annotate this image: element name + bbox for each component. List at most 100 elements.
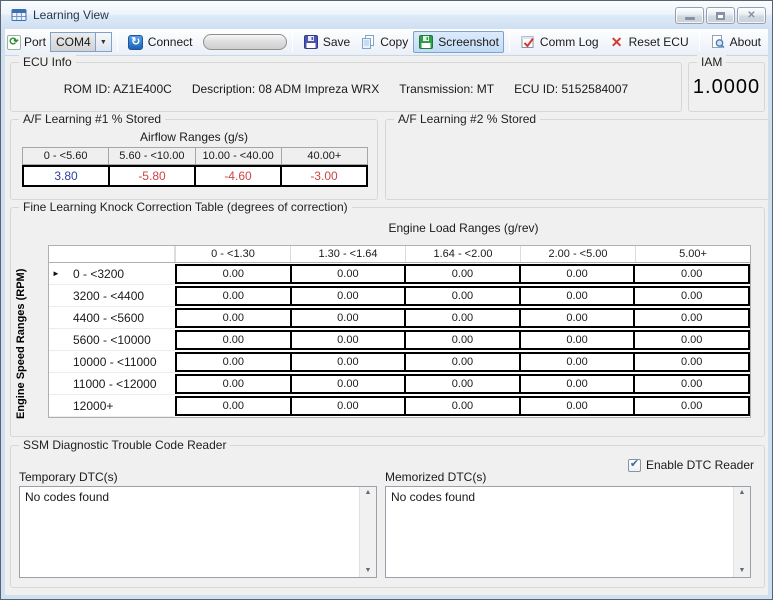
knock-cell: 0.00 <box>289 376 405 392</box>
knock-column-header: 2.00 - <5.00 <box>520 246 635 262</box>
knock-cell: 0.00 <box>404 398 519 414</box>
knock-cell: 0.00 <box>633 310 748 326</box>
enable-dtc-checkbox[interactable]: ✔ <box>627 458 641 472</box>
temporary-dtc-textarea[interactable]: No codes found ▲ ▼ <box>19 486 377 578</box>
ecu-id-value: ECU ID: 5152584007 <box>514 82 629 96</box>
copy-label: Copy <box>380 35 409 49</box>
about-button[interactable]: About <box>705 31 766 53</box>
engine-load-ranges-label: Engine Load Ranges (g/rev) <box>388 221 539 235</box>
knock-row-header: 12000+ <box>63 395 175 417</box>
knock-row-header: 5600 - <10000 <box>63 329 175 351</box>
memorized-dtc-text: No codes found <box>391 490 476 504</box>
knock-row[interactable]: 12000+ 0.00 0.00 0.00 0.00 0.00 <box>49 395 750 417</box>
knock-cell: 0.00 <box>518 332 634 348</box>
description-value: Description: 08 ADM Impreza WRX <box>191 82 380 96</box>
iam-group: IAM 1.0000 <box>688 55 765 112</box>
toolbar: ⟳ Port COM4 ▼ ↻ Connect Save Copy Screen… <box>5 29 768 56</box>
selected-row-marker: ► <box>49 263 63 285</box>
af1-value: -4.60 <box>194 167 280 185</box>
enable-dtc-label: Enable DTC Reader <box>645 458 754 472</box>
temporary-dtc-label: Temporary DTC(s) <box>19 470 118 484</box>
copy-button[interactable]: Copy <box>355 31 413 53</box>
com-port-value: COM4 <box>51 33 95 51</box>
knock-cell: 0.00 <box>404 288 519 304</box>
row-marker <box>49 395 63 417</box>
knock-cell: 0.00 <box>222 400 244 412</box>
check-icon: ✔ <box>629 458 640 470</box>
af-learning-2-group: A/F Learning #2 % Stored <box>385 112 770 200</box>
knock-cell: 0.00 <box>518 376 634 392</box>
knock-row-header: 3200 - <4400 <box>63 285 175 307</box>
scroll-down-icon[interactable]: ▼ <box>365 567 372 575</box>
knock-row[interactable]: 10000 - <11000 0.00 0.00 0.00 0.00 0.00 <box>49 351 750 373</box>
dtc-reader-group-label: SSM Diagnostic Trouble Code Reader <box>19 438 231 452</box>
knock-row[interactable]: 11000 - <12000 0.00 0.00 0.00 0.00 0.00 <box>49 373 750 395</box>
connect-label: Connect <box>147 35 193 49</box>
knock-header-row: 0 - <1.30 1.30 - <1.64 1.64 - <2.00 2.00… <box>48 245 751 263</box>
toolbar-separator <box>508 32 510 52</box>
row-marker <box>49 307 63 329</box>
temporary-dtc-text: No codes found <box>25 490 110 504</box>
knock-cell: 0.00 <box>222 378 244 390</box>
knock-cell: 0.00 <box>633 354 748 370</box>
af1-column-header: 0 - <5.60 <box>43 150 88 162</box>
row-marker <box>49 351 63 373</box>
connect-button[interactable]: ↻ Connect <box>123 31 198 53</box>
window-title: Learning View <box>33 8 109 22</box>
knock-cell: 0.00 <box>404 332 519 348</box>
port-label: Port <box>24 35 47 49</box>
reset-ecu-button[interactable]: ✕ Reset ECU <box>604 31 694 53</box>
scroll-down-icon[interactable]: ▼ <box>739 567 746 575</box>
knock-column-header: 1.64 - <2.00 <box>405 246 520 262</box>
scroll-up-icon[interactable]: ▲ <box>365 489 372 497</box>
knock-column-header: 1.30 - <1.64 <box>290 246 405 262</box>
comm-log-button[interactable]: Comm Log <box>515 31 604 53</box>
knock-table-body: ► 0 - <3200 0.00 0.00 0.00 0.00 0.00 320… <box>48 263 751 418</box>
enable-dtc-reader[interactable]: ✔ Enable DTC Reader <box>627 458 754 472</box>
save-button[interactable]: Save <box>298 31 355 53</box>
knock-row[interactable]: 4400 - <5600 0.00 0.00 0.00 0.00 0.00 <box>49 307 750 329</box>
af-learning-1-group: A/F Learning #1 % Stored Airflow Ranges … <box>10 112 378 200</box>
about-icon <box>711 35 725 49</box>
com-port-select[interactable]: COM4 ▼ <box>50 32 112 52</box>
minimize-icon <box>684 16 695 20</box>
knock-cell: 0.00 <box>222 290 244 302</box>
knock-row[interactable]: ► 0 - <3200 0.00 0.00 0.00 0.00 0.00 <box>49 263 750 285</box>
af1-column-header: 40.00+ <box>280 148 367 164</box>
screenshot-button[interactable]: Screenshot <box>413 31 504 53</box>
chevron-down-icon[interactable]: ▼ <box>94 33 111 51</box>
knock-cell: 0.00 <box>518 266 634 282</box>
memorized-dtc-label: Memorized DTC(s) <box>385 470 487 484</box>
maximize-button[interactable] <box>706 7 735 24</box>
af1-value: -5.80 <box>108 167 194 185</box>
scrollbar[interactable]: ▲ ▼ <box>733 487 750 577</box>
close-icon: ✕ <box>747 9 756 21</box>
about-label: About <box>729 35 761 49</box>
connect-icon: ↻ <box>128 34 144 50</box>
knock-column-header: 0 - <1.30 <box>175 246 290 262</box>
refresh-ports-icon[interactable]: ⟳ <box>7 34 21 50</box>
af1-column-header: 5.60 - <10.00 <box>108 148 194 164</box>
progress-bar <box>203 34 287 50</box>
copy-icon <box>362 35 375 49</box>
af-learning-2-label: A/F Learning #2 % Stored <box>394 112 541 126</box>
knock-row[interactable]: 3200 - <4400 0.00 0.00 0.00 0.00 0.00 <box>49 285 750 307</box>
row-marker <box>49 329 63 351</box>
af1-header-row: 0 - <5.60 5.60 - <10.00 10.00 - <40.00 4… <box>22 147 368 165</box>
knock-row[interactable]: 5600 - <10000 0.00 0.00 0.00 0.00 0.00 <box>49 329 750 351</box>
title-bar[interactable]: Learning View ✕ <box>1 1 772 29</box>
save-label: Save <box>322 35 351 49</box>
minimize-button[interactable] <box>675 7 704 24</box>
knock-cell: 0.00 <box>222 356 244 368</box>
af1-column-header: 10.00 - <40.00 <box>194 148 281 164</box>
knock-cell: 0.00 <box>404 266 519 282</box>
knock-cell: 0.00 <box>633 288 748 304</box>
scrollbar[interactable]: ▲ ▼ <box>359 487 376 577</box>
knock-cell: 0.00 <box>222 334 244 346</box>
knock-header-spacer <box>49 246 175 262</box>
memorized-dtc-textarea[interactable]: No codes found ▲ ▼ <box>385 486 751 578</box>
knock-cell: 0.00 <box>289 266 405 282</box>
scroll-up-icon[interactable]: ▲ <box>739 489 746 497</box>
close-button[interactable]: ✕ <box>737 7 766 24</box>
comm-log-icon <box>521 36 534 48</box>
